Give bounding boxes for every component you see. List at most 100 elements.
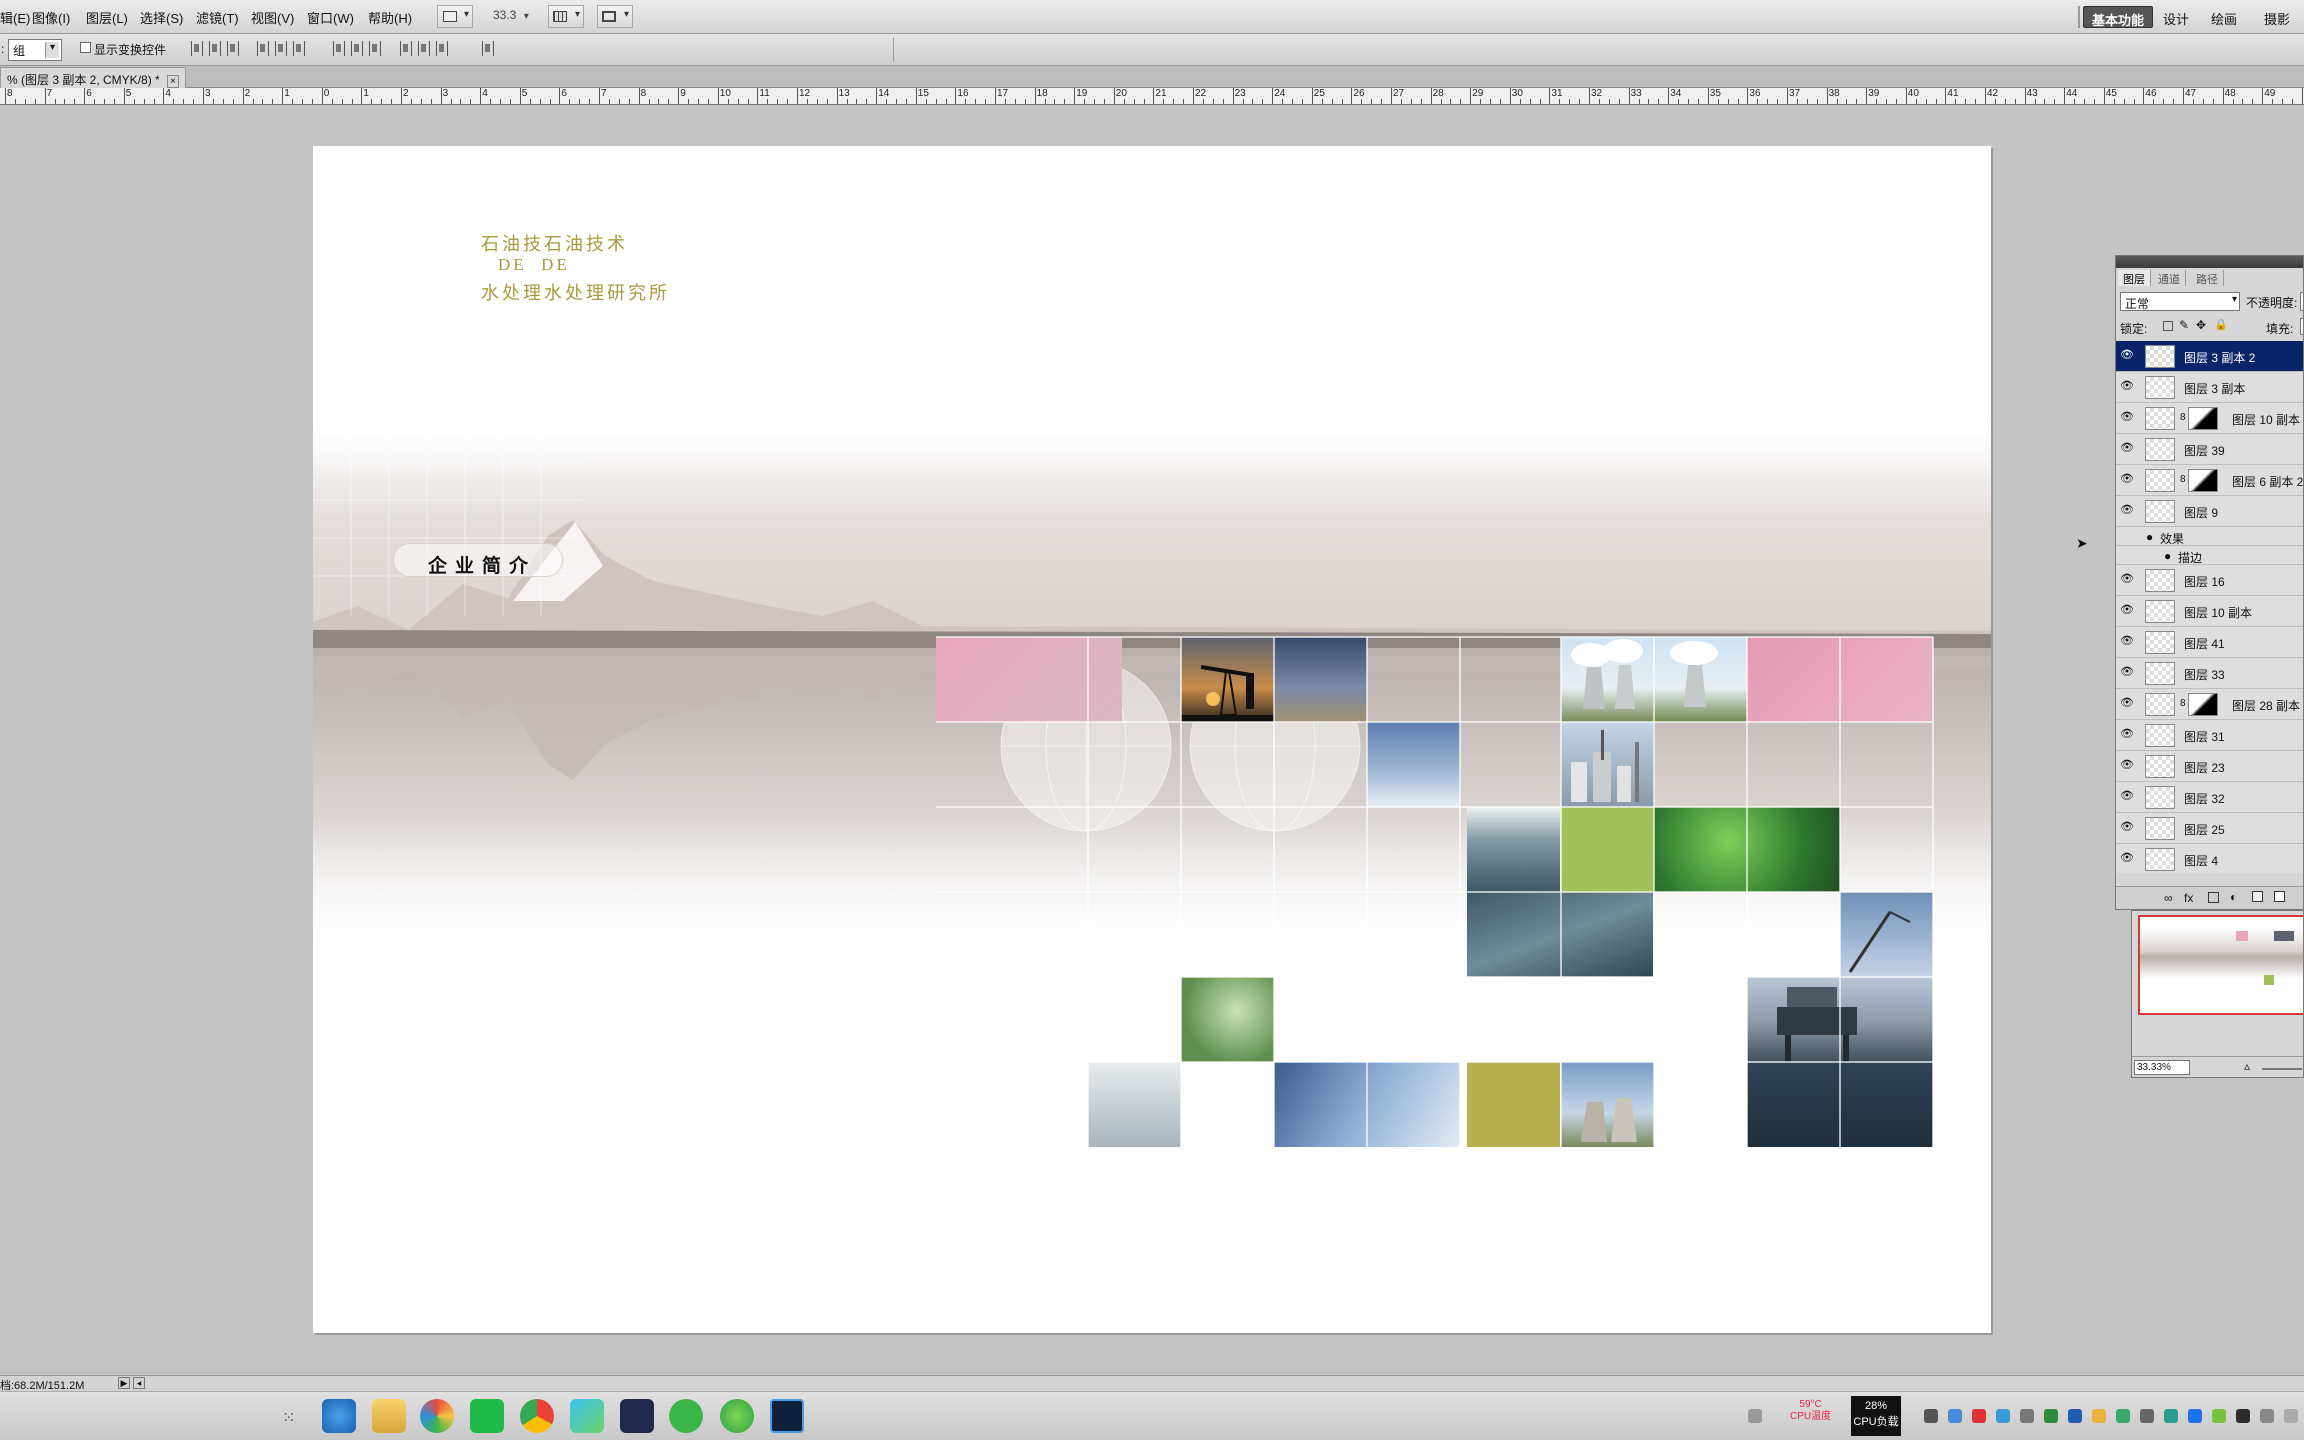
visibility-eye-icon[interactable]: 👁 — [2120, 853, 2134, 864]
tray-volume-icon[interactable] — [2260, 1409, 2274, 1423]
tray-battery-icon[interactable] — [2212, 1409, 2226, 1423]
mask-link-icon[interactable]: 8 — [2180, 698, 2186, 709]
distribute-right-icon[interactable] — [436, 41, 448, 56]
effect-eye-icon[interactable]: ● — [2164, 549, 2171, 563]
navigator-zoom-input[interactable]: 33.33% — [2134, 1060, 2190, 1075]
layer-row[interactable]: 👁 图层 32 — [2116, 782, 2303, 813]
menu-help[interactable]: 帮助(H) — [368, 8, 412, 27]
layer-row[interactable]: 👁 8 图层 6 副本 2 — [2116, 465, 2303, 496]
add-mask-icon[interactable] — [2208, 892, 2219, 903]
iqiyi-icon[interactable] — [470, 1399, 504, 1433]
align-right-icon[interactable] — [293, 41, 305, 56]
effect-eye-icon[interactable]: ● — [2146, 530, 2153, 544]
new-layer-icon[interactable] — [2274, 891, 2285, 902]
visibility-eye-icon[interactable]: 👁 — [2120, 760, 2134, 771]
document-tab[interactable]: % (图层 3 副本 2, CMYK/8) * × — [0, 67, 186, 88]
layer-row[interactable]: 👁 图层 4 — [2116, 844, 2303, 873]
workspace-essentials[interactable]: 基本功能 — [2083, 6, 2154, 28]
layer-row[interactable]: 👁 8 图层 28 副本 2 — [2116, 689, 2303, 720]
layer-mask-thumbnail[interactable] — [2188, 407, 2218, 430]
align-left-icon[interactable] — [257, 41, 269, 56]
panel-header[interactable] — [2116, 256, 2303, 268]
tray-network-icon[interactable] — [1948, 1409, 1962, 1423]
visibility-eye-icon[interactable]: 👁 — [2120, 698, 2134, 709]
tray-user-icon[interactable] — [2020, 1409, 2034, 1423]
menu-window[interactable]: 窗口(W) — [307, 8, 354, 27]
lock-transparency-icon[interactable] — [2163, 321, 2173, 331]
lock-paint-icon[interactable]: ✎ — [2179, 318, 2189, 332]
ie-alt-icon[interactable] — [720, 1399, 754, 1433]
tray-shield-icon[interactable] — [2068, 1409, 2082, 1423]
tab-paths[interactable]: 路径 — [2191, 270, 2224, 286]
workspace-design[interactable]: 设计 — [2155, 6, 2197, 28]
distribute-top-icon[interactable] — [333, 41, 345, 56]
opacity-input[interactable] — [2300, 292, 2303, 311]
link-layers-icon[interactable]: ∞ — [2164, 891, 2173, 905]
distribute-hcenter-icon[interactable] — [418, 41, 430, 56]
blend-mode-dropdown[interactable]: 正常 ▾ — [2120, 292, 2240, 311]
visibility-eye-icon[interactable]: 👁 — [2120, 474, 2134, 485]
visibility-eye-icon[interactable]: 👁 — [2120, 791, 2134, 802]
menu-edit[interactable]: 辑(E) — [0, 8, 30, 27]
layer-effect-row[interactable]: ● 效果 — [2116, 527, 2303, 546]
visibility-eye-icon[interactable]: 👁 — [2120, 636, 2134, 647]
tab-channels[interactable]: 通道 — [2153, 270, 2186, 286]
layer-row[interactable]: 👁 图层 9 — [2116, 496, 2303, 527]
tray-security-icon[interactable] — [1972, 1409, 1986, 1423]
tray-keyboard-icon[interactable] — [1748, 1409, 1762, 1423]
menu-select[interactable]: 选择(S) — [140, 8, 183, 27]
photoshop-icon[interactable] — [770, 1399, 804, 1433]
auto-align-icon[interactable] — [482, 41, 494, 56]
launch-bridge-dropdown[interactable] — [437, 5, 473, 28]
visibility-eye-icon[interactable]: 👁 — [2120, 605, 2134, 616]
new-group-icon[interactable] — [2252, 891, 2263, 902]
distribute-left-icon[interactable] — [400, 41, 412, 56]
zoom-out-icon[interactable]: ▵ — [2244, 1059, 2250, 1073]
visibility-eye-icon[interactable]: 👁 — [2120, 381, 2134, 392]
layer-row[interactable]: 👁 图层 33 — [2116, 658, 2303, 689]
tray-tool-icon[interactable] — [1924, 1409, 1938, 1423]
chrome-icon[interactable] — [520, 1399, 554, 1433]
layer-row[interactable]: 👁 图层 3 副本 2 — [2116, 341, 2303, 372]
menu-filter[interactable]: 滤镜(T) — [196, 8, 239, 27]
fx-icon[interactable]: fx — [2184, 891, 2193, 905]
zoom-slider[interactable] — [2262, 1068, 2302, 1070]
visibility-eye-icon[interactable]: 👁 — [2120, 667, 2134, 678]
layer-row[interactable]: 👁 图层 39 — [2116, 434, 2303, 465]
ie-browser-icon[interactable] — [322, 1399, 356, 1433]
distribute-vcenter-icon[interactable] — [351, 41, 363, 56]
lock-move-icon[interactable]: ✥ — [2196, 318, 2206, 332]
layer-mask-thumbnail[interactable] — [2188, 693, 2218, 716]
status-menu-arrow[interactable]: ▶ — [118, 1377, 130, 1389]
video-player-icon[interactable] — [570, 1399, 604, 1433]
align-hcenter-icon[interactable] — [275, 41, 287, 56]
layer-row[interactable]: 👁 图层 16 — [2116, 565, 2303, 596]
layer-list[interactable]: 👁 图层 3 副本 2 👁 图层 3 副本 👁 8 图层 10 副本 6 👁 图层 39 👁 8 图层… — [2116, 341, 2303, 873]
visibility-eye-icon[interactable]: 👁 — [2120, 574, 2134, 585]
view-extras-dropdown[interactable] — [548, 5, 584, 28]
layer-row[interactable]: 👁 图层 41 — [2116, 627, 2303, 658]
tray-qq-icon[interactable] — [2188, 1409, 2202, 1423]
workspace-painting[interactable]: 绘画 — [2203, 6, 2245, 28]
layer-row[interactable]: 👁 图层 31 — [2116, 720, 2303, 751]
tray-display-icon[interactable] — [2236, 1409, 2250, 1423]
close-icon[interactable]: × — [167, 75, 179, 88]
arrange-docs-dropdown[interactable] — [597, 5, 633, 28]
fill-input[interactable] — [2300, 318, 2303, 335]
video-call-icon[interactable] — [620, 1399, 654, 1433]
visibility-eye-icon[interactable]: 👁 — [2120, 822, 2134, 833]
tray-cloud-icon[interactable] — [1996, 1409, 2010, 1423]
360-browser-icon[interactable] — [420, 1399, 454, 1433]
tab-layers[interactable]: 图层 — [2118, 270, 2151, 286]
layer-row[interactable]: 👁 图层 23 — [2116, 751, 2303, 782]
mask-link-icon[interactable]: 8 — [2180, 474, 2186, 485]
tray-green-icon[interactable] — [2044, 1409, 2058, 1423]
visibility-eye-icon[interactable]: 👁 — [2120, 443, 2134, 454]
distribute-bottom-icon[interactable] — [369, 41, 381, 56]
layer-row[interactable]: 👁 图层 25 — [2116, 813, 2303, 844]
layer-row[interactable]: 👁 8 图层 10 副本 6 — [2116, 403, 2303, 434]
document-canvas[interactable]: 石油技石油技术 DE DE 水处理水处理研究所 企业简介 — [313, 146, 1991, 1333]
tray-sync-icon[interactable] — [2164, 1409, 2178, 1423]
adjustment-icon[interactable]: ◐ — [2230, 890, 2237, 904]
navigator-preview[interactable] — [2138, 915, 2303, 1015]
